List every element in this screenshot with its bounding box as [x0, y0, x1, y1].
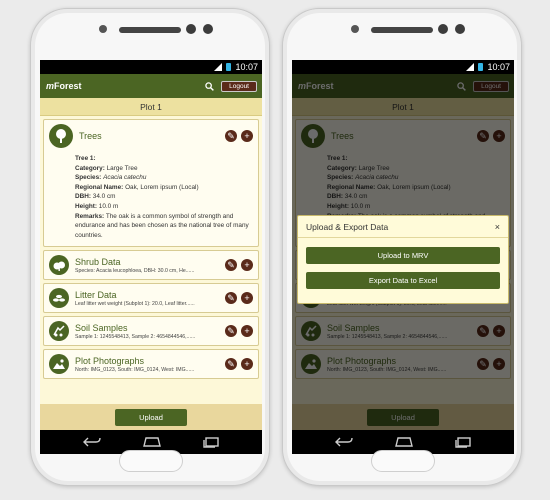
camera: [455, 24, 465, 34]
shrub-card[interactable]: Shrub Data Species: Acacia leucophloea, …: [43, 250, 259, 281]
home-button[interactable]: [119, 450, 183, 472]
upload-button[interactable]: Upload: [115, 408, 187, 426]
photo-icon: [49, 354, 69, 375]
battery-icon: [478, 63, 484, 71]
back-icon[interactable]: [83, 437, 101, 447]
camera: [438, 24, 448, 34]
signal-icon: [214, 63, 223, 71]
phone-left: 10:07 mForest Logout Plot 1 Trees ✎ + Tr…: [30, 8, 270, 486]
phone-right: 10:07 mForest Logout Plot 1 Trees ✎: [282, 8, 522, 486]
upload-to-mrv-button[interactable]: Upload to MRV: [306, 247, 500, 264]
edit-icon[interactable]: ✎: [225, 358, 237, 371]
edit-icon[interactable]: ✎: [225, 325, 237, 338]
plot-title: Plot 1: [40, 98, 262, 116]
recents-icon[interactable]: [455, 436, 471, 448]
camera: [203, 24, 213, 34]
speaker: [371, 27, 433, 33]
back-icon[interactable]: [335, 437, 353, 447]
add-icon[interactable]: +: [241, 259, 253, 272]
home-icon[interactable]: [143, 437, 161, 447]
edit-icon[interactable]: ✎: [225, 130, 237, 142]
dialog-title: Upload & Export Data: [306, 221, 389, 232]
status-bar: 10:07: [292, 60, 514, 74]
add-icon[interactable]: +: [241, 358, 253, 371]
shrub-icon: [49, 255, 69, 276]
recents-icon[interactable]: [203, 436, 219, 448]
soil-icon: [49, 321, 69, 342]
litter-card[interactable]: Litter Data Leaf litter wet weight (Subp…: [43, 283, 259, 314]
edit-icon[interactable]: ✎: [225, 292, 237, 305]
sensor: [99, 25, 107, 33]
app-bar: mForest Logout: [40, 74, 262, 98]
clock: 10:07: [235, 62, 258, 72]
home-icon[interactable]: [395, 437, 413, 447]
add-icon[interactable]: +: [241, 325, 253, 338]
logout-button[interactable]: Logout: [221, 80, 257, 92]
home-button[interactable]: [371, 450, 435, 472]
clock: 10:07: [487, 62, 510, 72]
add-icon[interactable]: +: [241, 292, 253, 305]
edit-icon[interactable]: ✎: [225, 259, 237, 272]
speaker: [119, 27, 181, 33]
tree-details: Tree 1: Category: Large Tree Species: Ac…: [75, 155, 249, 239]
export-excel-button[interactable]: Export Data to Excel: [306, 272, 500, 289]
bottom-bar: Upload: [40, 404, 262, 430]
litter-icon: [49, 288, 69, 309]
search-icon[interactable]: [205, 81, 214, 91]
screen-dialog: 10:07 mForest Logout Plot 1 Trees ✎: [292, 60, 514, 454]
camera: [186, 24, 196, 34]
app-logo: mForest: [46, 81, 82, 91]
status-bar: 10:07: [40, 60, 262, 74]
battery-icon: [226, 63, 232, 71]
upload-export-dialog: Upload & Export Data × Upload to MRV Exp…: [297, 215, 509, 304]
screen-main: 10:07 mForest Logout Plot 1 Trees ✎ + Tr…: [40, 60, 262, 454]
signal-icon: [466, 63, 475, 71]
add-icon[interactable]: +: [241, 130, 253, 142]
trees-card[interactable]: Trees ✎ + Tree 1: Category: Large Tree S…: [43, 119, 259, 248]
soil-card[interactable]: Soil Samples Sample 1: 1245548413, Sampl…: [43, 316, 259, 347]
close-icon[interactable]: ×: [495, 222, 500, 232]
photos-card[interactable]: Plot Photographs North: IMG_0123, South:…: [43, 349, 259, 380]
tree-icon: [49, 124, 73, 148]
card-title: Trees: [79, 131, 102, 141]
sensor: [351, 25, 359, 33]
